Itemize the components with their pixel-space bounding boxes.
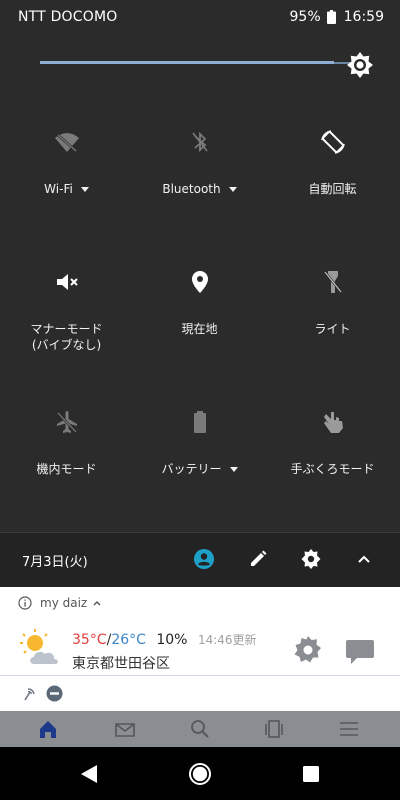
date-text: 7月3日(火)	[22, 555, 88, 570]
tile-flashlight[interactable]: ライト	[266, 240, 399, 380]
collapsed-notifications[interactable]	[0, 675, 400, 712]
tile-battery[interactable]: バッテリー	[133, 380, 266, 520]
status-bar: NTT DOCOMO 95% 16:59	[0, 0, 400, 34]
do-not-disturb-icon	[46, 685, 63, 702]
brightness-track[interactable]	[40, 61, 360, 64]
brightness-fill	[40, 61, 335, 64]
app-tab-bar	[0, 711, 400, 747]
battery-icon	[326, 10, 336, 24]
chevron-down-icon[interactable]	[229, 467, 238, 472]
tile-location-label: 現在地	[181, 322, 218, 336]
tile-bluetooth[interactable]: Bluetooth	[133, 100, 266, 240]
tile-location[interactable]: 現在地	[133, 240, 266, 380]
info-icon	[18, 596, 32, 610]
glove-mode-icon	[323, 412, 343, 433]
tile-manner-mode[interactable]: マナーモード (バイブなし)	[0, 240, 133, 380]
wifi-off-icon	[54, 133, 79, 152]
tile-bluetooth-label: Bluetooth	[162, 182, 221, 196]
home-button-icon[interactable]	[188, 762, 212, 786]
tile-auto-rotate-label: 自動回転	[308, 182, 357, 196]
brightness-icon[interactable]	[346, 51, 374, 79]
chat-icon[interactable]	[344, 635, 376, 667]
bluetooth-off-icon	[191, 131, 208, 153]
carrier-name: NTT DOCOMO	[18, 9, 118, 25]
temperature-row: 35°C/26°C 10% 14:46更新	[72, 631, 257, 648]
rain-chance: 10%	[156, 632, 188, 648]
auto-rotate-icon	[320, 130, 345, 154]
tile-glove-mode-label: 手ぶくろモード	[290, 462, 375, 476]
chevron-down-icon[interactable]	[228, 187, 237, 192]
recents-icon[interactable]	[299, 762, 323, 786]
chevron-down-icon[interactable]	[80, 187, 89, 192]
antenna-icon	[24, 688, 35, 701]
weather-notification[interactable]: my daiz 35°C/26°C 10% 14:46更新 東京都世田谷区	[0, 587, 400, 675]
menu-icon	[340, 722, 358, 736]
tile-battery-label: バッテリー	[161, 462, 222, 476]
brightness-slider[interactable]	[0, 40, 400, 90]
tile-glove-mode[interactable]: 手ぶくろモード	[266, 380, 399, 520]
tile-auto-rotate[interactable]: 自動回転	[266, 100, 399, 240]
notification-app-name: my daiz	[40, 596, 88, 610]
tile-airplane[interactable]: 機内モード	[0, 380, 133, 520]
tile-wifi[interactable]: Wi-Fi	[0, 100, 133, 240]
tile-wifi-label: Wi-Fi	[44, 182, 73, 196]
mute-icon	[56, 274, 78, 290]
edit-icon[interactable]	[247, 548, 269, 570]
back-icon[interactable]	[77, 762, 101, 786]
tile-airplane-label: 機内モード	[36, 462, 97, 476]
tile-manner-mode-label: マナーモード	[30, 322, 103, 336]
quick-settings-tiles: Wi-Fi Bluetooth 自動回転 マナーモード (バイブなし) 現在地 …	[0, 100, 400, 520]
battery-percent: 95%	[289, 9, 321, 25]
collapse-icon[interactable]	[353, 548, 375, 570]
weather-location: 東京都世田谷区	[72, 656, 170, 672]
home-icon	[40, 721, 56, 738]
updated-time: 14:46更新	[197, 633, 257, 647]
search-icon	[191, 720, 209, 738]
chevron-up-icon[interactable]	[92, 598, 102, 608]
tile-manner-mode-sublabel: (バイブなし)	[31, 338, 102, 352]
temp-low: 26°C	[111, 632, 146, 648]
tile-flashlight-label: ライト	[314, 322, 351, 336]
date-row: 7月3日(火)	[0, 532, 400, 587]
settings-icon[interactable]	[300, 548, 322, 570]
temp-high: 35°C	[72, 632, 107, 648]
user-icon[interactable]	[193, 548, 215, 570]
notification-header: my daiz	[18, 596, 102, 610]
status-right: 95% 16:59	[290, 9, 384, 25]
mail-icon	[115, 723, 135, 737]
clock: 16:59	[343, 9, 384, 25]
gear-icon[interactable]	[292, 634, 324, 666]
system-nav-bar	[0, 747, 400, 800]
location-icon	[191, 271, 208, 293]
battery-saver-icon	[193, 411, 206, 433]
airplane-off-icon	[56, 411, 77, 433]
flashlight-icon	[323, 271, 342, 293]
weather-sunny-cloudy-icon	[20, 629, 58, 664]
pages-icon	[265, 720, 283, 738]
